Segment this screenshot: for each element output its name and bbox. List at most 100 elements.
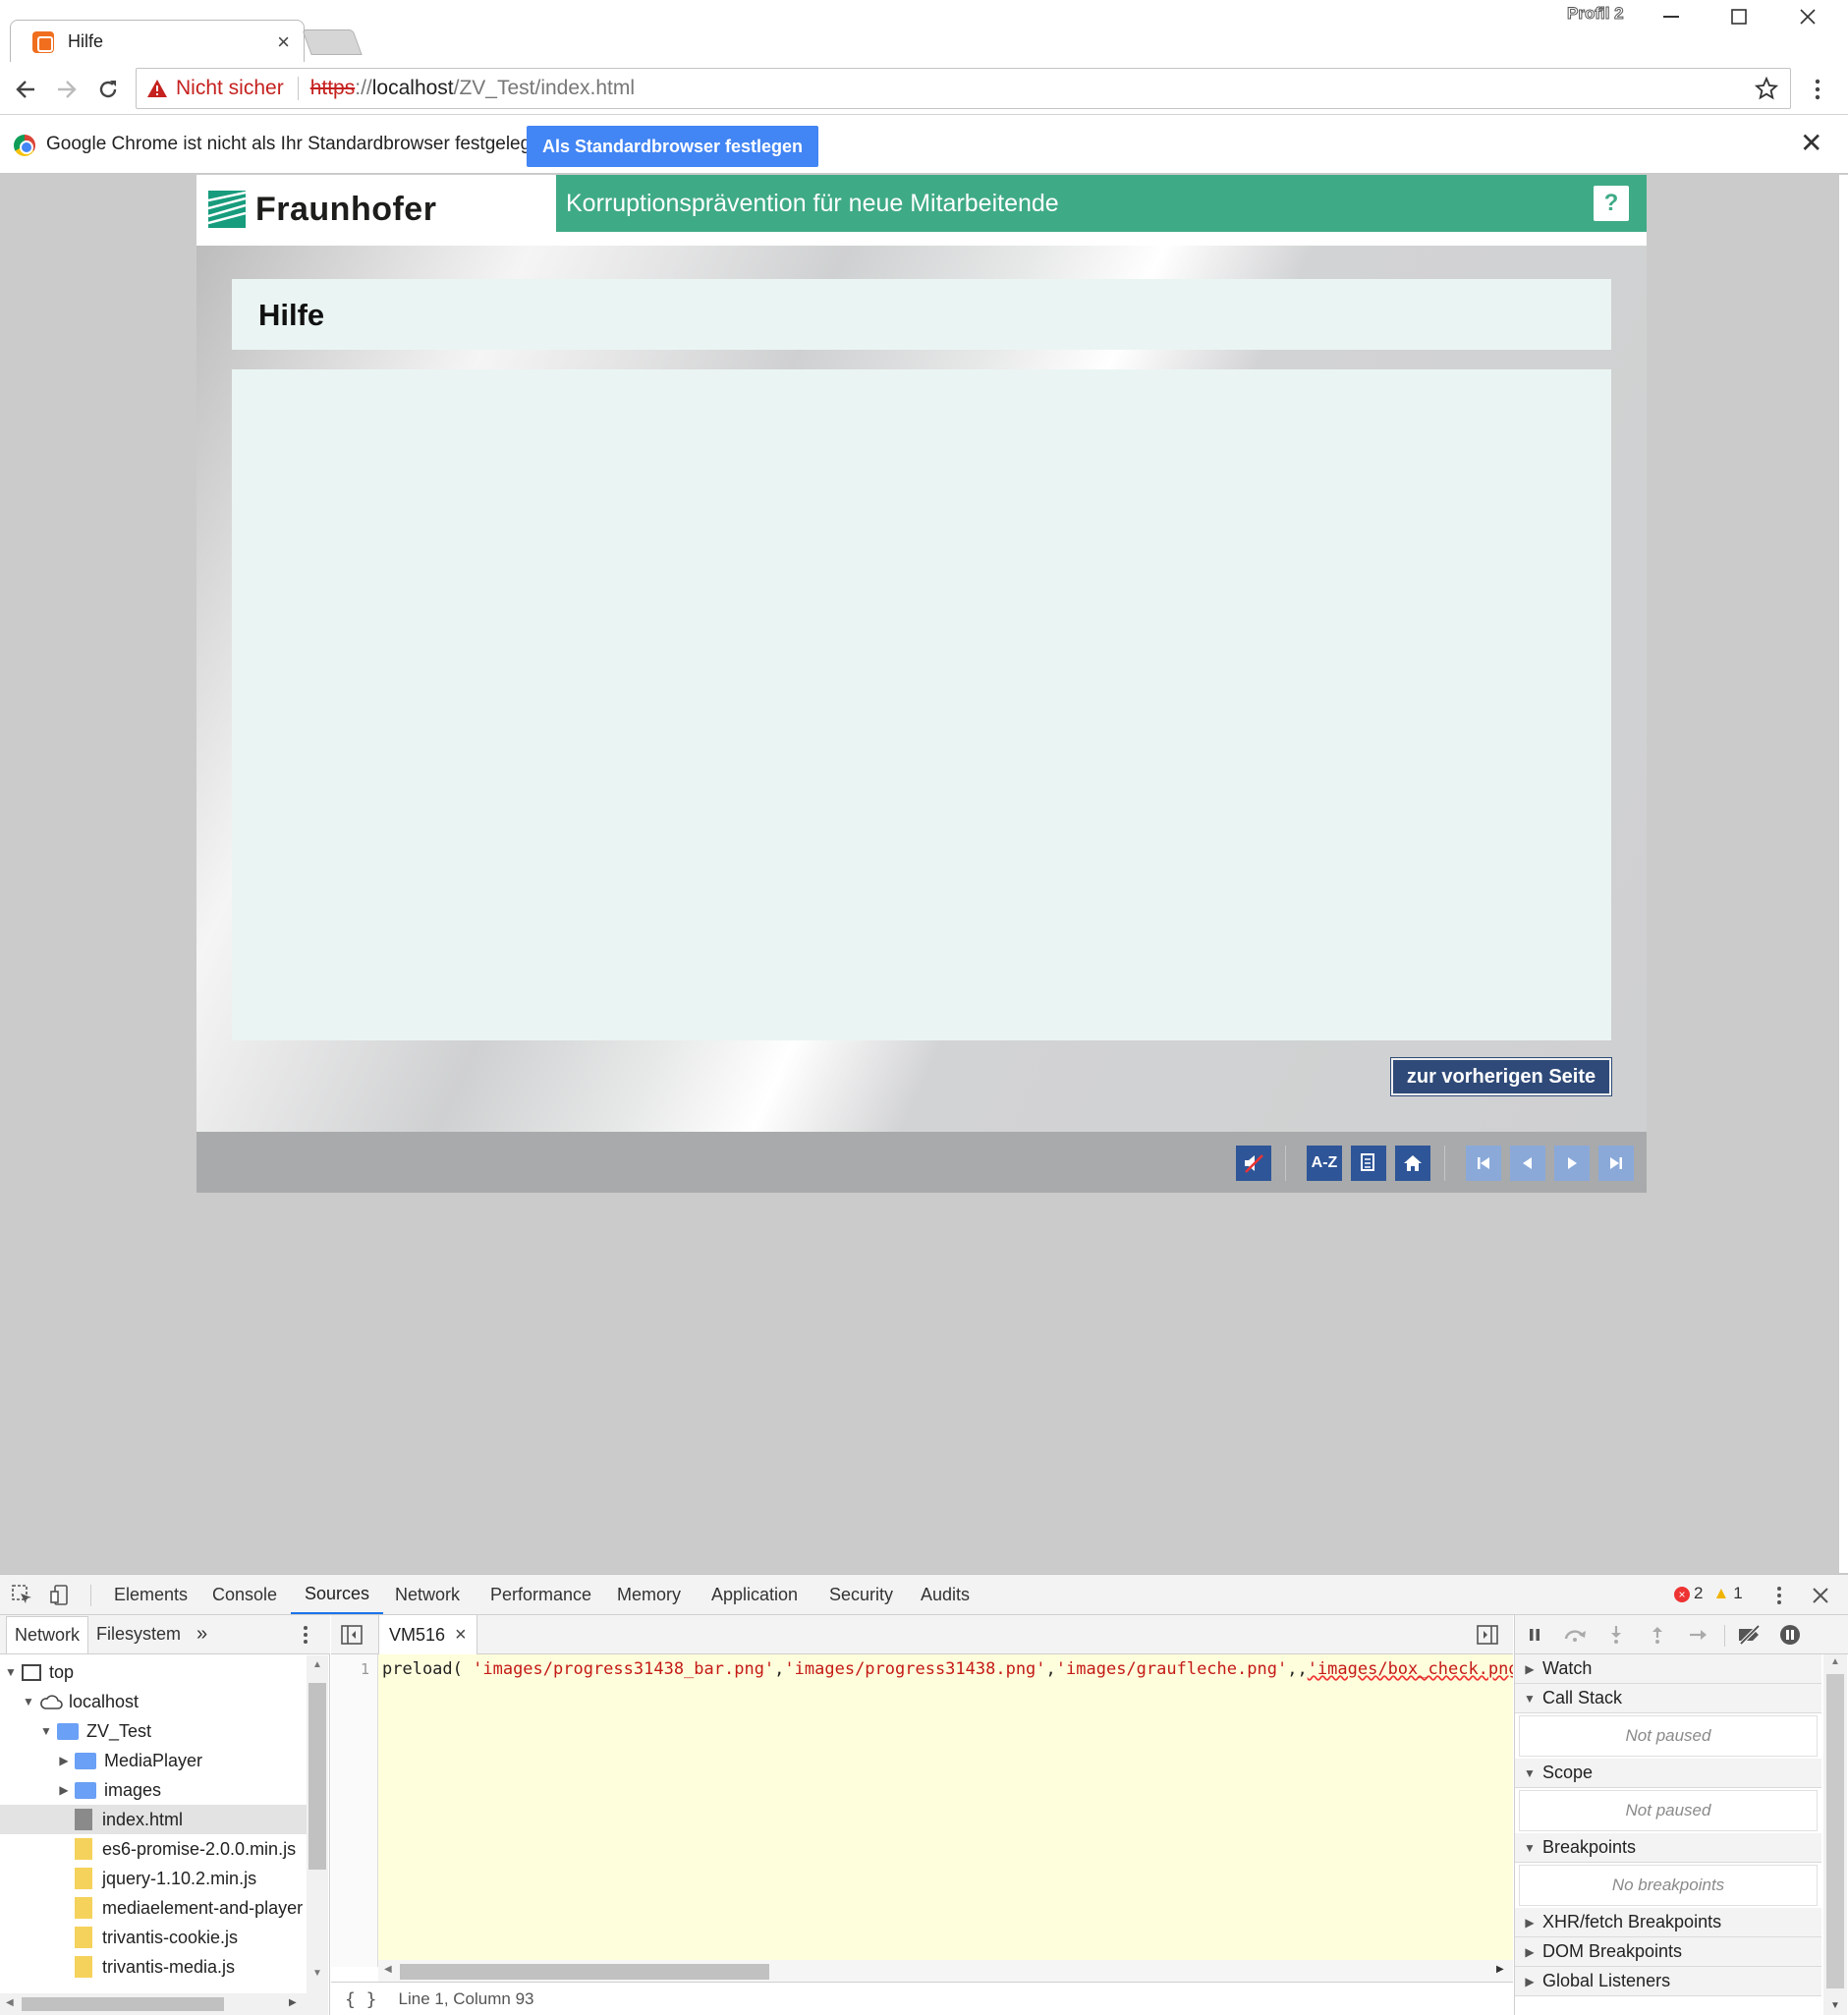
- tree-item[interactable]: ▼ localhost: [0, 1687, 307, 1716]
- help-button[interactable]: ?: [1594, 186, 1629, 221]
- debugger-section-header[interactable]: ▼ Call Stack: [1515, 1684, 1821, 1713]
- mute-button[interactable]: [1236, 1146, 1271, 1181]
- forward-button[interactable]: [49, 72, 84, 107]
- debugger-sidebar-scrollbar[interactable]: ▲ ▼: [1823, 1654, 1847, 2015]
- code-area[interactable]: preload( 'images/progress31438_bar.png',…: [378, 1654, 1513, 1967]
- editor-horizontal-scrollbar[interactable]: ◀ ▶: [378, 1960, 1513, 1982]
- file-tree-horizontal-scrollbar[interactable]: ◀ ▶: [0, 1993, 307, 2015]
- url-text[interactable]: https://localhost/ZV_Test/index.html: [310, 77, 635, 100]
- tree-item[interactable]: ▼ ZV_Test: [0, 1716, 307, 1746]
- tree-item[interactable]: ▶ MediaPlayer: [0, 1746, 307, 1775]
- new-tab-button[interactable]: [302, 29, 363, 55]
- reload-button[interactable]: [90, 72, 126, 107]
- window-close-button[interactable]: [1774, 0, 1841, 33]
- address-bar[interactable]: Nicht sicher https://localhost/ZV_Test/i…: [136, 68, 1791, 109]
- navigator-menu-icon[interactable]: [303, 1625, 308, 1645]
- devtools-menu-button[interactable]: [1766, 1583, 1792, 1608]
- next-slide-button[interactable]: [1554, 1146, 1590, 1181]
- toggle-debugger-button[interactable]: [1477, 1623, 1502, 1647]
- tree-item[interactable]: mediaelement-and-player: [0, 1893, 307, 1923]
- tab-security[interactable]: Security: [815, 1575, 907, 1614]
- last-page-button[interactable]: [1598, 1146, 1634, 1181]
- debugger-section-header[interactable]: ▶ DOM Breakpoints: [1515, 1937, 1821, 1967]
- tab-network[interactable]: Network: [381, 1575, 474, 1614]
- inspect-element-button[interactable]: [10, 1583, 35, 1608]
- scroll-right-icon[interactable]: ▶: [1496, 1964, 1504, 1975]
- tab-close-icon[interactable]: ×: [277, 29, 290, 55]
- debugger-section-header[interactable]: ▶ Watch: [1515, 1654, 1821, 1684]
- glossary-button[interactable]: A-Z: [1307, 1146, 1342, 1181]
- debugger-section-header[interactable]: ▼ Scope: [1515, 1759, 1821, 1788]
- tree-item[interactable]: ▶ images: [0, 1775, 307, 1805]
- chrome-menu-button[interactable]: [1800, 72, 1835, 107]
- tab-sources[interactable]: Sources: [291, 1575, 384, 1614]
- scroll-left-icon[interactable]: ◀: [6, 1997, 14, 2008]
- bookmark-star-icon[interactable]: [1755, 77, 1778, 100]
- tree-item[interactable]: index.html: [0, 1805, 307, 1834]
- scroll-right-icon[interactable]: ▶: [289, 1997, 297, 2008]
- tab-console[interactable]: Console: [198, 1575, 291, 1614]
- navigator-tab-network[interactable]: Network: [6, 1615, 89, 1653]
- set-default-browser-button[interactable]: Als Standardbrowser festlegen: [527, 126, 818, 167]
- collapsed-triangle-icon[interactable]: ▶: [57, 1783, 71, 1797]
- tab-audits[interactable]: Audits: [907, 1575, 983, 1614]
- tree-item[interactable]: jquery-1.10.2.min.js: [0, 1864, 307, 1893]
- previous-slide-button[interactable]: [1510, 1146, 1545, 1181]
- expanded-triangle-icon[interactable]: ▼: [4, 1665, 18, 1679]
- back-button[interactable]: [8, 72, 43, 107]
- scroll-left-icon[interactable]: ◀: [384, 1964, 392, 1975]
- tree-item[interactable]: es6-promise-2.0.0.min.js: [0, 1834, 307, 1864]
- step-over-button[interactable]: [1561, 1622, 1589, 1648]
- step-into-button[interactable]: [1602, 1622, 1630, 1648]
- tree-item[interactable]: ▼ top: [0, 1657, 307, 1687]
- console-counts[interactable]: × 2 ▲ 1: [1674, 1584, 1743, 1603]
- file-tree-vertical-scrollbar[interactable]: ▲ ▼: [307, 1655, 328, 2015]
- tab-performance[interactable]: Performance: [476, 1575, 605, 1614]
- device-toolbar-button[interactable]: [47, 1583, 73, 1608]
- tab-memory[interactable]: Memory: [603, 1575, 695, 1614]
- scroll-down-icon[interactable]: ▼: [1830, 2000, 1840, 2011]
- scroll-up-icon[interactable]: ▲: [1830, 1656, 1840, 1667]
- maximize-button[interactable]: [1706, 0, 1772, 33]
- tab-application[interactable]: Application: [698, 1575, 812, 1614]
- more-tabs-chevron-icon[interactable]: »: [189, 1616, 215, 1653]
- pretty-print-icon[interactable]: { }: [345, 1989, 377, 2010]
- pause-button[interactable]: [1521, 1622, 1548, 1648]
- content-stage: Hilfe zur vorherigen Seite: [196, 246, 1647, 1132]
- pause-on-exceptions-button[interactable]: [1776, 1622, 1804, 1648]
- previous-page-button[interactable]: zur vorherigen Seite: [1391, 1058, 1611, 1095]
- step-button[interactable]: [1685, 1622, 1712, 1648]
- editor-file-tab[interactable]: VM516 ×: [378, 1615, 477, 1654]
- scroll-thumb[interactable]: [1826, 1674, 1844, 1988]
- tree-item[interactable]: trivantis-media.js: [0, 1952, 307, 1982]
- tree-item[interactable]: trivantis-cookie.js: [0, 1923, 307, 1952]
- infobar-close-icon[interactable]: ✕: [1800, 127, 1822, 159]
- scroll-thumb[interactable]: [22, 1997, 224, 2011]
- file-tab-close-icon[interactable]: ×: [455, 1624, 467, 1647]
- toggle-navigator-button[interactable]: [341, 1623, 366, 1647]
- debugger-section-header[interactable]: ▼ Breakpoints: [1515, 1833, 1821, 1863]
- debugger-section-header[interactable]: ▶ XHR/fetch Breakpoints: [1515, 1908, 1821, 1937]
- scroll-down-icon[interactable]: ▼: [312, 1968, 322, 1979]
- not-secure-label[interactable]: Nicht sicher: [176, 77, 284, 100]
- navigator-tab-filesystem[interactable]: Filesystem: [88, 1616, 189, 1653]
- deactivate-breakpoints-button[interactable]: [1736, 1622, 1764, 1648]
- devtools-close-button[interactable]: [1808, 1583, 1833, 1608]
- scroll-thumb[interactable]: [308, 1683, 326, 1870]
- collapsed-triangle-icon[interactable]: ▶: [57, 1754, 71, 1767]
- scroll-up-icon[interactable]: ▲: [312, 1659, 322, 1670]
- scroll-thumb[interactable]: [400, 1964, 769, 1980]
- expanded-triangle-icon: ▼: [1524, 1840, 1536, 1855]
- step-out-button[interactable]: [1644, 1622, 1671, 1648]
- expanded-triangle-icon[interactable]: ▼: [39, 1724, 53, 1738]
- infobar-message: Google Chrome ist nicht als Ihr Standard…: [46, 134, 541, 154]
- tab-elements[interactable]: Elements: [100, 1575, 201, 1614]
- minimize-button[interactable]: [1638, 0, 1705, 33]
- home-button[interactable]: [1395, 1146, 1430, 1181]
- browser-tab[interactable]: Hilfe ×: [10, 20, 305, 63]
- debugger-section-header[interactable]: ▶ Global Listeners: [1515, 1967, 1821, 1996]
- expanded-triangle-icon[interactable]: ▼: [22, 1695, 35, 1708]
- document-button[interactable]: [1351, 1146, 1386, 1181]
- first-page-button[interactable]: [1466, 1146, 1501, 1181]
- profile-button[interactable]: Profil 2: [1567, 4, 1625, 24]
